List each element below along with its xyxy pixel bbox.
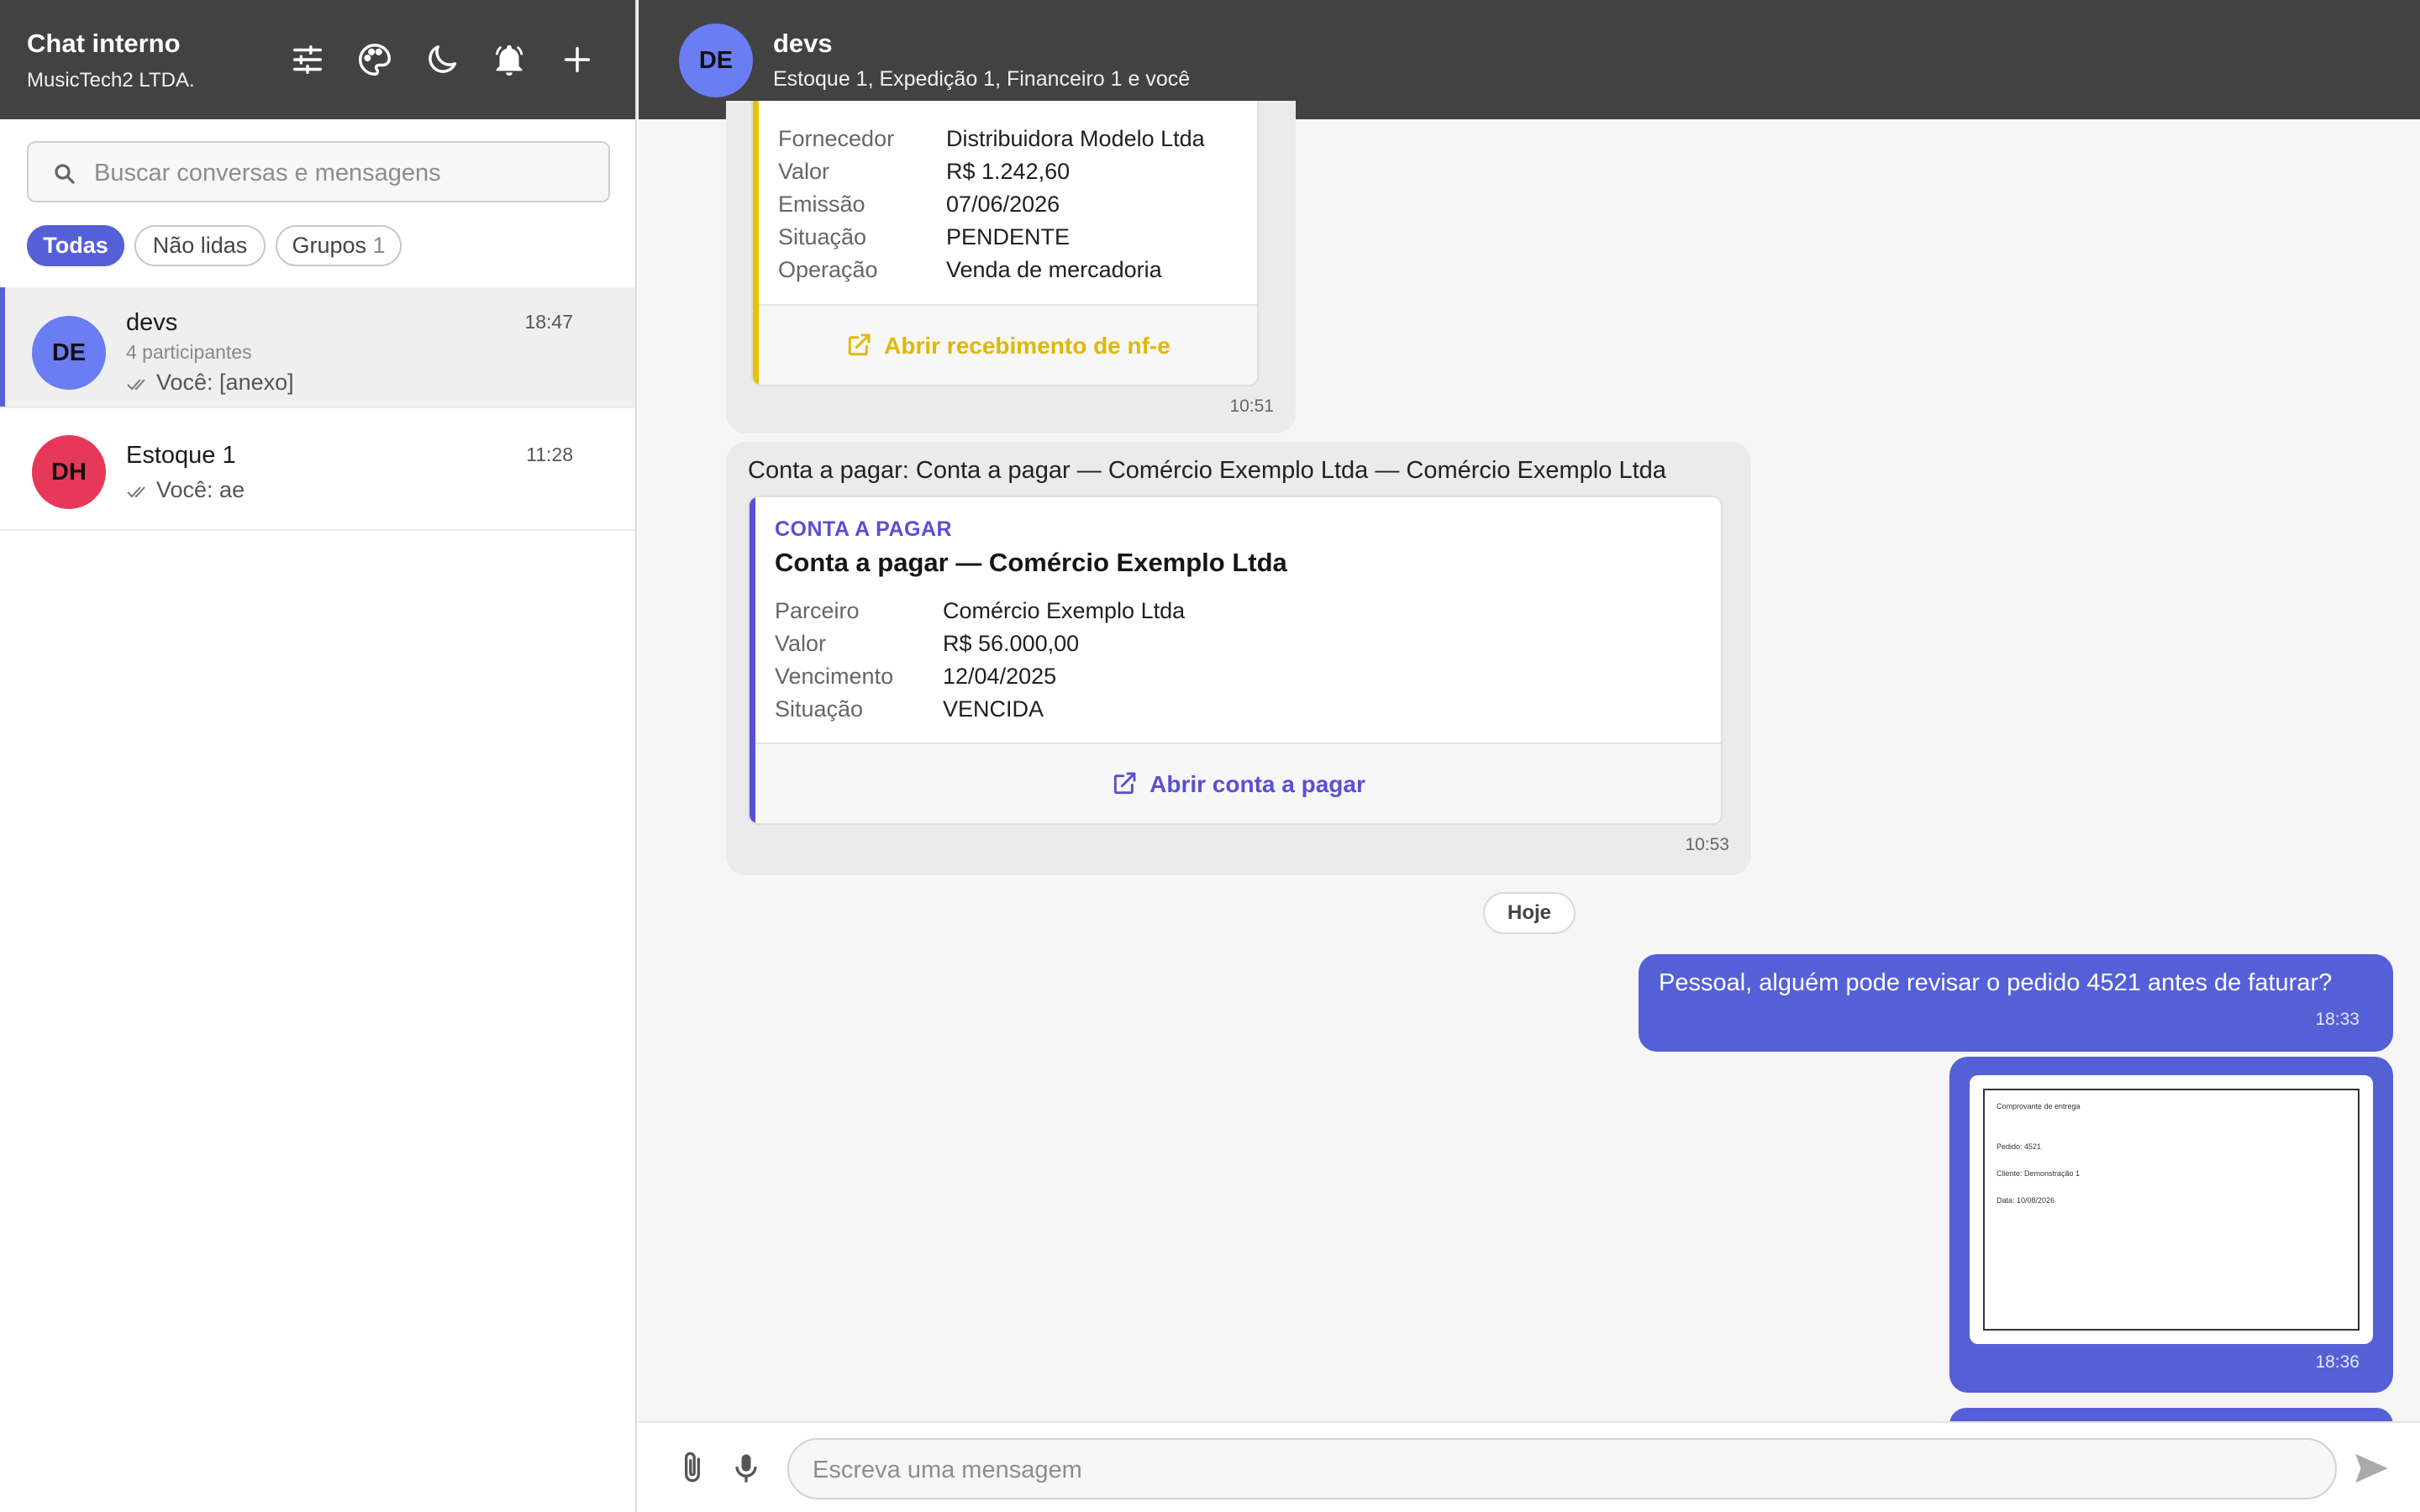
card-kind: CONTA A PAGAR <box>775 517 953 541</box>
conversation-time: 18:47 <box>524 311 573 333</box>
sidebar: Chat interno MusicTech2 LTDA. Todas Não … <box>0 0 637 1512</box>
chat-name[interactable]: devs <box>773 29 833 59</box>
card-field-value: 07/06/2026 <box>946 192 1060 217</box>
card-field-value: Distribuidora Modelo Ltda <box>946 126 1205 151</box>
payable-card: CONTA A PAGAR Conta a pagar — Comércio E… <box>748 496 1723 825</box>
message-time: 18:36 <box>2315 1352 2360 1372</box>
send-icon[interactable] <box>2353 1450 2390 1487</box>
chat-panel: DE devs Estoque 1, Expedição 1, Financei… <box>639 0 2420 1512</box>
message-input[interactable] <box>813 1452 2308 1488</box>
card-field-key: Emissão <box>778 192 865 217</box>
conversation-name: Estoque 1 <box>126 442 236 469</box>
last-message-text: Você: ae <box>156 477 245 502</box>
chat-avatar[interactable]: DE <box>679 24 753 97</box>
conversation-item-estoque[interactable]: DH Estoque 1 11:28 Você: ae <box>0 410 635 531</box>
card-field-key: Operação <box>778 257 878 282</box>
card-field-value: VENCIDA <box>943 696 1044 722</box>
card-field-key: Situação <box>775 696 864 722</box>
card-field-key: Valor <box>775 631 827 656</box>
conversation-item-devs[interactable]: DE devs 18:47 4 participantes Você: [ane… <box>0 287 635 408</box>
conversation-last-message: Você: [anexo] <box>126 370 294 396</box>
message-time: 10:51 <box>1229 396 1274 416</box>
filter-all[interactable]: Todas <box>27 225 124 266</box>
attachment-preview[interactable]: Comprovante de entrega Pedido: 4521 Clie… <box>1970 1075 2373 1344</box>
external-link-icon <box>1113 772 1136 794</box>
message-input-wrapper[interactable] <box>787 1438 2337 1499</box>
filter-groups[interactable]: Grupos 1 <box>276 225 402 266</box>
card-title: Conta a pagar — Comércio Exemplo Ltda <box>775 548 1287 577</box>
open-nfe-label: Abrir recebimento de nf-e <box>884 333 1171 359</box>
message-composer <box>639 1421 2420 1512</box>
card-field-key: Fornecedor <box>778 126 895 151</box>
doc-title: Comprovante de entrega <box>1996 1102 2081 1110</box>
double-check-icon <box>127 486 145 498</box>
avatar: DH <box>32 435 106 509</box>
card-accent <box>750 497 755 823</box>
filter-groups-count: 1 <box>372 233 386 258</box>
card-field-value: Venda de mercadoria <box>946 257 1162 282</box>
doc-line: Data: 10/08/2026 <box>1996 1196 2055 1205</box>
search-input[interactable] <box>94 155 590 192</box>
card-field-key: Vencimento <box>775 664 894 689</box>
card-field-value: R$ 1.242,60 <box>946 159 1071 184</box>
conversation-participants: 4 participantes <box>126 341 252 363</box>
conversation-last-message: Você: ae <box>126 477 245 503</box>
message-bubble-incoming: Fornecedor Distribuidora Modelo Ltda Val… <box>726 101 1296 433</box>
card-field-key: Valor <box>778 159 830 184</box>
doc-line: Cliente: Demonstração 1 <box>1996 1169 2081 1178</box>
avatar: DE <box>32 316 106 390</box>
open-payable-label: Abrir conta a pagar <box>1150 771 1365 797</box>
filter-unread[interactable]: Não lidas <box>134 225 266 266</box>
moon-icon[interactable] <box>423 40 461 79</box>
open-nfe-button[interactable]: Abrir recebimento de nf-e <box>759 304 1257 385</box>
filter-groups-label: Grupos <box>292 233 366 258</box>
card-field-key: Situação <box>778 224 867 249</box>
search-icon <box>55 164 75 184</box>
message-text: Conta a pagar: Conta a pagar — Comércio … <box>748 457 1666 484</box>
last-message-text: Você: [anexo] <box>156 370 294 395</box>
palette-icon[interactable] <box>355 40 394 79</box>
card-accent <box>753 101 759 385</box>
conversation-time: 11:28 <box>526 444 573 465</box>
external-link-icon <box>848 333 871 355</box>
day-separator: Hoje <box>1483 892 1576 934</box>
app-title: Chat interno <box>27 29 181 58</box>
card-field-value: R$ 56.000,00 <box>943 631 1080 656</box>
double-check-icon <box>127 379 145 391</box>
chat-members: Estoque 1, Expedição 1, Financeiro 1 e v… <box>773 67 1191 91</box>
bell-icon[interactable] <box>490 40 529 79</box>
card-field-value: PENDENTE <box>946 224 1071 249</box>
card-field-value: Comércio Exemplo Ltda <box>943 598 1186 623</box>
company-name: MusicTech2 LTDA. <box>27 69 195 92</box>
message-time: 10:53 <box>1685 835 1729 854</box>
sidebar-header: Chat interno MusicTech2 LTDA. <box>0 0 635 119</box>
message-text: Pessoal, alguém pode revisar o pedido 45… <box>1659 969 2333 996</box>
message-time: 18:33 <box>2315 1010 2360 1029</box>
microphone-icon[interactable] <box>728 1450 765 1487</box>
message-bubble-outgoing: Comprovante de entrega Pedido: 4521 Clie… <box>1949 1057 2393 1393</box>
document-thumbnail: Comprovante de entrega Pedido: 4521 Clie… <box>1983 1089 2360 1331</box>
paperclip-icon[interactable] <box>674 1450 711 1487</box>
message-bubble-incoming: Conta a pagar: Conta a pagar — Comércio … <box>726 442 1751 875</box>
nfe-card: Fornecedor Distribuidora Modelo Ltda Val… <box>751 101 1259 386</box>
selected-indicator <box>0 287 5 407</box>
plus-icon[interactable] <box>558 40 597 79</box>
sliders-icon[interactable] <box>288 40 327 79</box>
card-field-value: 12/04/2025 <box>943 664 1057 689</box>
conversation-name: devs <box>126 309 178 336</box>
search-box[interactable] <box>27 141 610 202</box>
card-field-key: Parceiro <box>775 598 860 623</box>
message-bubble-outgoing: Pessoal, alguém pode revisar o pedido 45… <box>1639 954 2393 1052</box>
open-payable-button[interactable]: Abrir conta a pagar <box>755 743 1721 823</box>
doc-line: Pedido: 4521 <box>1996 1142 2042 1151</box>
